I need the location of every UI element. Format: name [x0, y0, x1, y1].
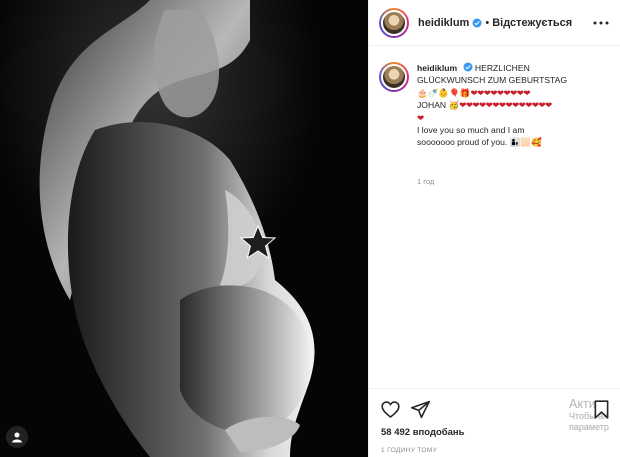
heart-emoji-row: ❤❤❤❤❤❤❤❤❤ — [470, 87, 531, 98]
caption-line-6: sooooooo proud of you. 👩‍👦🏻🥰 — [417, 136, 605, 148]
heart-emoji-row: ❤ — [417, 112, 424, 123]
post-header: heidiklum • Відстежується — [369, 0, 620, 46]
header-username[interactable]: heidiklum — [418, 17, 469, 29]
caption-text: heidiklum HERZLICHEN GLÜCKWUNSCH ZUM GEB… — [417, 62, 605, 149]
caption-line-3: 🎂🍼👶🎈🎁❤❤❤❤❤❤❤❤❤ — [417, 87, 605, 99]
photo-image — [0, 0, 368, 457]
following-button[interactable]: Відстежується — [492, 17, 572, 29]
post-side-panel: heidiklum • Відстежується heidiklum HERZ… — [368, 0, 620, 457]
caption-emoji-end: 👩‍👦🏻🥰 — [509, 137, 542, 148]
caption-proud: sooooooo proud of you. — [417, 137, 508, 148]
avatar-image — [381, 64, 407, 90]
send-icon[interactable] — [410, 399, 431, 420]
heart-emoji-row: ❤❤❤❤❤❤❤❤❤❤❤❤❤❤ — [459, 100, 552, 111]
more-options-icon[interactable] — [592, 15, 610, 31]
caption-line-1: heidiklum HERZLICHEN — [417, 62, 605, 74]
posted-time: 1 ГОДИНУ ТОМУ — [381, 447, 438, 454]
caption-emoji-group: 🎂🍼👶🎈🎁 — [417, 87, 471, 98]
likes-count[interactable]: 58 492 вподобань — [381, 427, 465, 438]
caption-avatar[interactable] — [379, 62, 409, 92]
caption-username[interactable]: heidiklum — [417, 63, 457, 73]
comment-time: 1 год — [417, 177, 435, 186]
heart-icon[interactable] — [380, 399, 401, 420]
tag-people-button[interactable] — [6, 426, 28, 448]
caption-line-5: I love you so much and I am — [417, 125, 525, 136]
post-photo[interactable] — [0, 0, 368, 457]
instagram-post: heidiklum • Відстежується heidiklum HERZ… — [0, 0, 620, 457]
verified-badge-icon — [472, 18, 482, 27]
verified-badge-icon — [463, 62, 473, 72]
caption-comment: heidiklum HERZLICHEN GLÜCKWUNSCH ZUM GEB… — [379, 62, 614, 149]
party-face-emoji: 🥳 — [448, 100, 460, 111]
bookmark-icon[interactable] — [591, 399, 612, 420]
caption-line-4: JOHAN 🥳❤❤❤❤❤❤❤❤❤❤❤❤❤❤ — [417, 99, 605, 111]
header-separator: • — [485, 16, 490, 29]
header-avatar[interactable] — [379, 7, 409, 38]
caption-line-2: GLÜCKWUNSCH ZUM GEBURTSTAG — [417, 75, 568, 86]
caption-name: JOHAN — [417, 100, 447, 111]
caption-greeting: HERZLICHEN — [474, 63, 530, 73]
user-tag-icon — [12, 432, 22, 443]
post-actions: 58 492 вподобань 1 ГОДИНУ ТОМУ — [369, 388, 620, 457]
avatar-image — [381, 9, 407, 36]
